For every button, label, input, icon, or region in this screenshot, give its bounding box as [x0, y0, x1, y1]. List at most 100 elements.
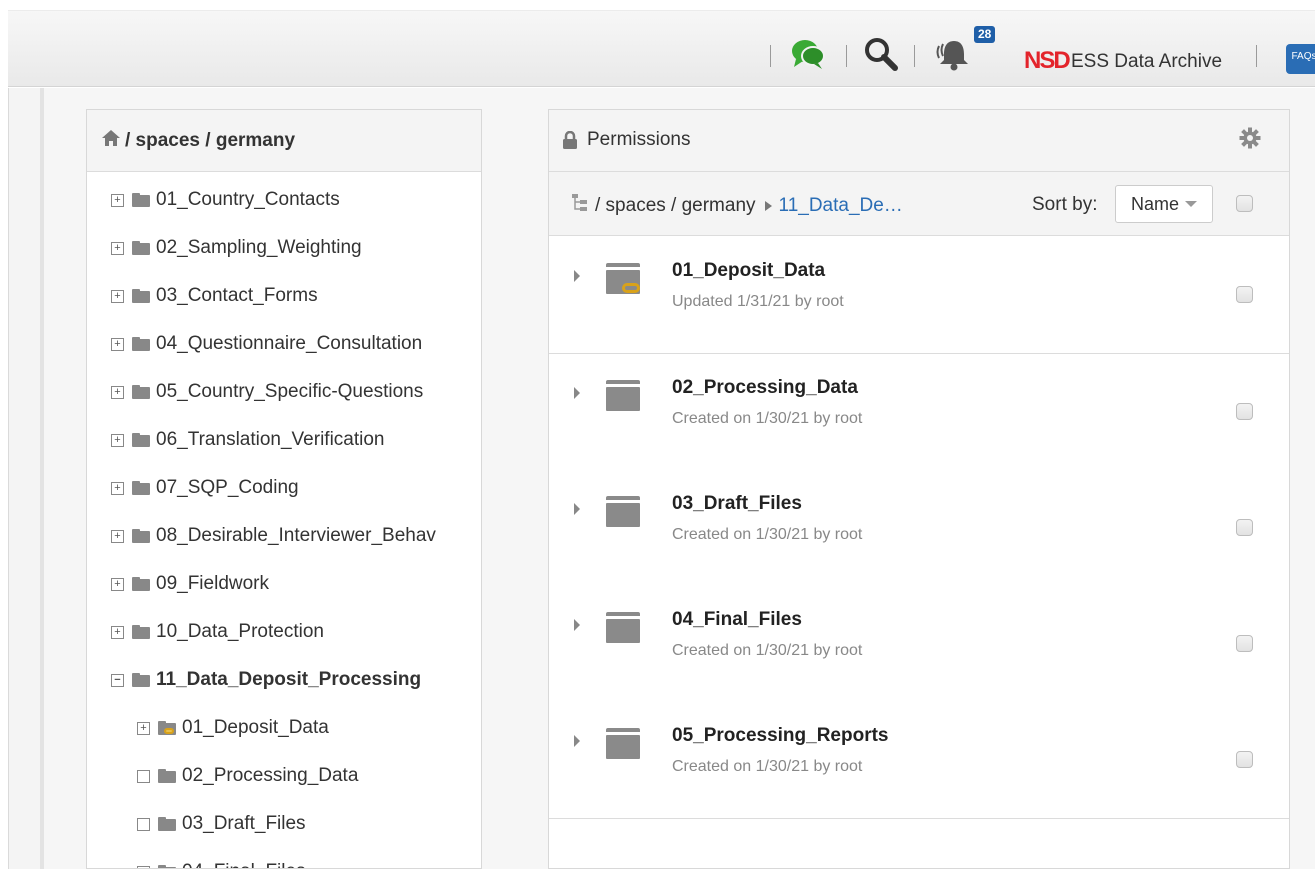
expand-icon[interactable]: + — [111, 193, 124, 207]
tree-item[interactable]: + 10_Data_Protection — [111, 617, 324, 647]
tree-item-label: 09_Fieldwork — [156, 573, 269, 594]
folder-icon — [158, 817, 176, 831]
item-checkbox[interactable] — [1236, 403, 1253, 420]
list-item[interactable]: 04_Final_Files Created on 1/30/21 by roo… — [549, 586, 1289, 703]
item-checkbox[interactable] — [1236, 286, 1253, 303]
separator — [1256, 45, 1257, 67]
tree-icon — [571, 193, 589, 219]
tree-item[interactable]: + 05_Country_Specific-Questions — [111, 377, 423, 407]
item-name[interactable]: 02_Processing_Data — [672, 377, 858, 399]
home-icon[interactable] — [101, 129, 121, 152]
expand-icon[interactable]: + — [111, 385, 124, 399]
expand-arrow-icon[interactable] — [574, 387, 580, 399]
folder-icon — [132, 625, 150, 639]
sort-dropdown[interactable]: Name — [1115, 185, 1213, 223]
folder-icon — [132, 241, 150, 255]
expand-arrow-icon[interactable] — [574, 270, 580, 282]
tree-item[interactable]: + 02_Sampling_Weighting — [111, 233, 362, 263]
tree-header: / spaces / germany — [87, 110, 481, 172]
expand-arrow-icon[interactable] — [574, 503, 580, 515]
tree-item[interactable]: 02_Processing_Data — [137, 761, 358, 791]
search-icon[interactable] — [864, 37, 898, 76]
tree-item-label: 11_Data_Deposit_Processing — [156, 669, 422, 690]
panel-header: Permissions — [549, 110, 1289, 172]
folder-icon — [132, 385, 150, 399]
item-checkbox[interactable] — [1236, 519, 1253, 536]
folder-icon — [606, 728, 642, 759]
list-item[interactable]: 03_Draft_Files Created on 1/30/21 by roo… — [549, 470, 1289, 587]
expand-icon[interactable]: + — [111, 337, 124, 351]
list-item[interactable]: 05_Processing_Reports Created on 1/30/21… — [549, 702, 1289, 819]
expand-icon[interactable]: + — [111, 529, 124, 543]
lock-icon — [562, 130, 578, 155]
tree-item-selected[interactable]: − 11_Data_Deposit_Processing — [111, 665, 421, 695]
item-name[interactable]: 05_Processing_Reports — [672, 725, 889, 747]
tree-item-label: 01_Country_Contacts — [156, 189, 340, 210]
leaf-icon — [137, 865, 150, 868]
expand-icon[interactable]: + — [111, 625, 124, 639]
caret-right-icon — [764, 201, 772, 211]
tree-item-label: 04_Questionnaire_Consultation — [156, 333, 423, 354]
gear-icon[interactable] — [1239, 127, 1261, 154]
folder-icon — [132, 193, 150, 207]
nsd-logo: NSD — [1024, 47, 1071, 74]
notification-bell-icon[interactable] — [934, 35, 974, 78]
tree-item[interactable]: + 04_Questionnaire_Consultation — [111, 329, 422, 359]
expand-arrow-icon[interactable] — [574, 619, 580, 631]
expand-icon[interactable]: + — [137, 721, 150, 735]
expand-icon[interactable]: + — [111, 289, 124, 303]
tree-item[interactable]: + 01_Country_Contacts — [111, 185, 340, 215]
item-name[interactable]: 01_Deposit_Data — [672, 260, 825, 282]
select-all-checkbox[interactable] — [1236, 195, 1253, 212]
archive-name[interactable]: ESS Data Archive — [1071, 50, 1222, 74]
tree-item[interactable]: + 09_Fieldwork — [111, 569, 269, 599]
tree-item[interactable]: + 01_Deposit_Data — [137, 713, 329, 743]
tree-item-label: 02_Sampling_Weighting — [156, 237, 362, 258]
tree-item[interactable]: 04_Final_Files — [137, 857, 306, 868]
breadcrumb-current[interactable]: 11_Data_De… — [779, 195, 903, 217]
expand-icon[interactable]: + — [111, 433, 124, 447]
tree-item-label: 02_Processing_Data — [182, 765, 359, 786]
folder-icon — [132, 481, 150, 495]
tree-item-label: 10_Data_Protection — [156, 621, 324, 642]
separator — [914, 45, 915, 67]
collapse-icon[interactable]: − — [111, 673, 124, 687]
expand-icon[interactable]: + — [111, 241, 124, 255]
folder-icon — [158, 865, 176, 868]
tree-item-label: 08_Desirable_Interviewer_Behav — [156, 525, 436, 546]
leaf-icon — [137, 817, 150, 831]
tree-item[interactable]: + 03_Contact_Forms — [111, 281, 318, 311]
folder-icon — [132, 433, 150, 447]
expand-icon[interactable]: + — [111, 577, 124, 591]
tree-item[interactable]: + 06_Translation_Verification — [111, 425, 385, 455]
top-bar: 28 NSD ESS Data Archive FAQs — [8, 10, 1315, 87]
item-name[interactable]: 04_Final_Files — [672, 609, 802, 631]
tree-item[interactable]: + 07_SQP_Coding — [111, 473, 299, 503]
item-meta: Created on 1/30/21 by root — [672, 526, 863, 543]
tree-item-label: 04_Final_Files — [182, 861, 306, 868]
folder-icon — [132, 337, 150, 351]
tree-item[interactable]: + 08_Desirable_Interviewer_Behav — [111, 521, 436, 551]
chat-icon[interactable] — [790, 37, 826, 76]
item-checkbox[interactable] — [1236, 751, 1253, 768]
linked-folder-icon — [158, 721, 176, 735]
item-checkbox[interactable] — [1236, 635, 1253, 652]
tree-item[interactable]: 03_Draft_Files — [137, 809, 306, 839]
sort-label: Sort by: — [1032, 194, 1098, 215]
faq-icon[interactable]: FAQs — [1286, 44, 1315, 74]
folder-icon — [606, 612, 642, 643]
separator — [770, 45, 771, 67]
list-item[interactable]: 02_Processing_Data Created on 1/30/21 by… — [549, 354, 1289, 471]
item-name[interactable]: 03_Draft_Files — [672, 493, 802, 515]
tree-path: / spaces / germany — [125, 129, 296, 151]
expand-arrow-icon[interactable] — [574, 735, 580, 747]
folder-icon — [132, 529, 150, 543]
item-meta: Updated 1/31/21 by root — [672, 293, 844, 310]
expand-icon[interactable]: + — [111, 481, 124, 495]
folder-icon — [132, 577, 150, 591]
list-item[interactable]: 01_Deposit_Data Updated 1/31/21 by root — [549, 237, 1289, 354]
separator — [846, 45, 847, 67]
tree-item-label: 05_Country_Specific-Questions — [156, 381, 424, 402]
linked-folder-icon — [606, 263, 642, 294]
breadcrumb-path[interactable]: / spaces / germany — [595, 195, 756, 217]
